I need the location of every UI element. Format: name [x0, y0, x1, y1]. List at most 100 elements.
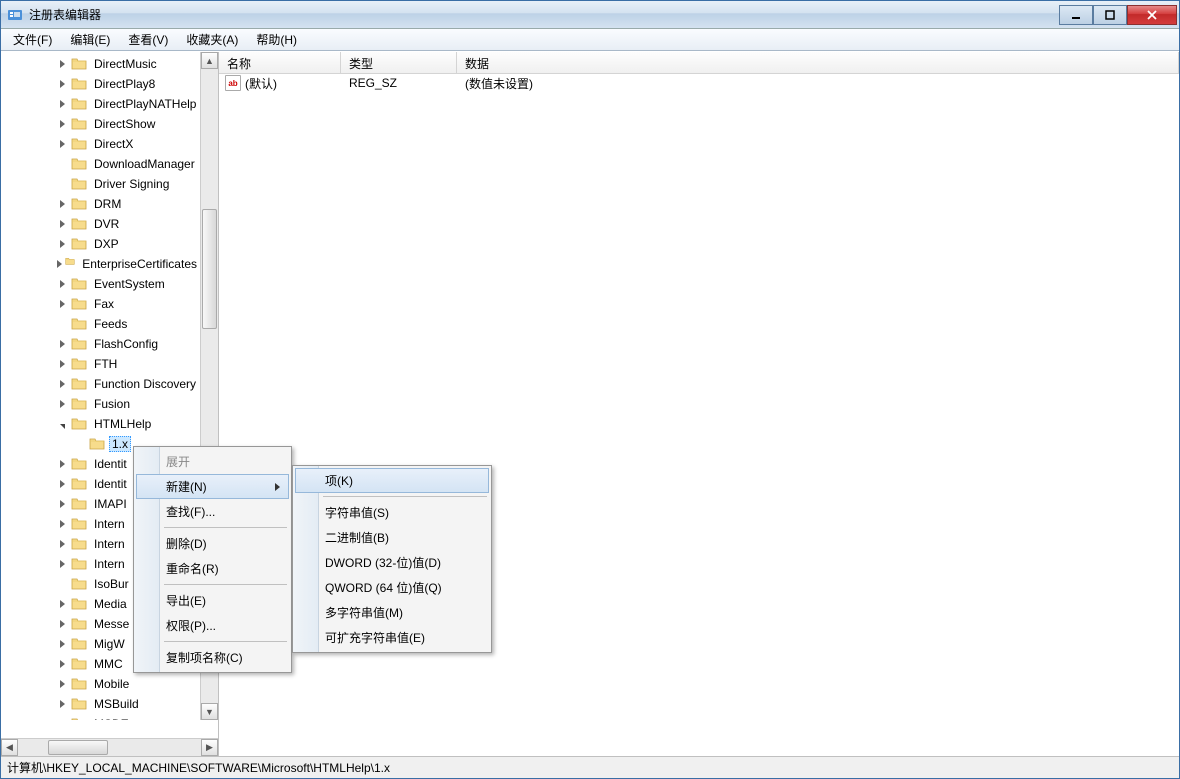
tree-item[interactable]: DirectShow	[1, 114, 200, 134]
tree-item-label: FlashConfig	[91, 336, 161, 352]
ctx-find[interactable]: 查找(F)...	[136, 499, 289, 524]
expand-toggle-icon[interactable]	[55, 277, 70, 292]
ctx-new-dword[interactable]: DWORD (32-位)值(D)	[295, 550, 489, 575]
expand-toggle-icon[interactable]	[55, 717, 70, 721]
expand-toggle-icon[interactable]	[55, 117, 70, 132]
tree-item[interactable]: DirectPlay8	[1, 74, 200, 94]
scroll-down-button[interactable]: ▼	[201, 703, 218, 720]
expand-toggle-icon[interactable]	[55, 77, 70, 92]
titlebar[interactable]: 注册表编辑器	[1, 1, 1179, 29]
tree-item[interactable]: EventSystem	[1, 274, 200, 294]
ctx-new-binary[interactable]: 二进制值(B)	[295, 525, 489, 550]
tree-item-label: Feeds	[91, 316, 130, 332]
tree-item[interactable]: Mobile	[1, 674, 200, 694]
expand-toggle-icon[interactable]	[55, 557, 70, 572]
tree-item[interactable]: FTH	[1, 354, 200, 374]
tree-item[interactable]: MSDE	[1, 714, 200, 720]
ctx-new[interactable]: 新建(N)	[136, 474, 289, 499]
menu-separator	[164, 641, 287, 642]
menu-separator	[164, 584, 287, 585]
menu-file[interactable]: 文件(F)	[5, 29, 60, 50]
ctx-new-string[interactable]: 字符串值(S)	[295, 500, 489, 525]
maximize-button[interactable]	[1093, 5, 1127, 25]
expand-toggle-icon[interactable]	[55, 417, 70, 432]
expand-toggle-icon[interactable]	[55, 217, 70, 232]
expand-toggle-icon[interactable]	[55, 257, 64, 272]
expand-toggle-icon[interactable]	[55, 397, 70, 412]
list-body[interactable]: ab (默认) REG_SZ (数值未设置)	[219, 74, 1179, 756]
menu-favorites[interactable]: 收藏夹(A)	[178, 29, 246, 50]
tree-item[interactable]: Fusion	[1, 394, 200, 414]
scroll-thumb[interactable]	[202, 209, 217, 329]
tree-item[interactable]: Driver Signing	[1, 174, 200, 194]
scroll-track[interactable]	[18, 739, 201, 756]
folder-icon	[71, 597, 87, 611]
expand-toggle-icon[interactable]	[55, 97, 70, 112]
tree-item[interactable]: Function Discovery	[1, 374, 200, 394]
ctx-delete[interactable]: 删除(D)	[136, 531, 289, 556]
tree-item[interactable]: Fax	[1, 294, 200, 314]
ctx-new-qword[interactable]: QWORD (64 位)值(Q)	[295, 575, 489, 600]
expand-toggle-icon[interactable]	[55, 237, 70, 252]
expand-toggle-icon[interactable]	[55, 537, 70, 552]
scroll-right-button[interactable]: ▶	[201, 739, 218, 756]
tree-item-label: DirectShow	[91, 116, 158, 132]
expand-toggle-icon[interactable]	[55, 57, 70, 72]
tree-item-label: Identit	[91, 476, 130, 492]
expand-toggle-icon[interactable]	[55, 497, 70, 512]
expand-toggle-icon[interactable]	[55, 637, 70, 652]
tree-item[interactable]: DownloadManager	[1, 154, 200, 174]
tree-item-label: MigW	[91, 636, 128, 652]
expand-toggle-icon[interactable]	[55, 617, 70, 632]
expand-toggle-icon[interactable]	[55, 297, 70, 312]
menu-view[interactable]: 查看(V)	[120, 29, 176, 50]
value-row[interactable]: ab (默认) REG_SZ (数值未设置)	[219, 74, 1179, 92]
ctx-copykey[interactable]: 复制项名称(C)	[136, 645, 289, 670]
tree-item[interactable]: EnterpriseCertificates	[1, 254, 200, 274]
expand-toggle-icon[interactable]	[55, 357, 70, 372]
tree-item[interactable]: DVR	[1, 214, 200, 234]
expand-toggle-icon[interactable]	[55, 137, 70, 152]
ctx-export[interactable]: 导出(E)	[136, 588, 289, 613]
tree-item[interactable]: DRM	[1, 194, 200, 214]
expand-toggle-icon[interactable]	[55, 197, 70, 212]
tree-item[interactable]: FlashConfig	[1, 334, 200, 354]
scroll-up-button[interactable]: ▲	[201, 52, 218, 69]
column-name[interactable]: 名称	[219, 52, 341, 73]
tree-item[interactable]: MSBuild	[1, 694, 200, 714]
minimize-button[interactable]	[1059, 5, 1093, 25]
ctx-new-key[interactable]: 项(K)	[295, 468, 489, 493]
expand-toggle-icon[interactable]	[55, 477, 70, 492]
tree-item[interactable]: DXP	[1, 234, 200, 254]
expand-toggle-icon[interactable]	[55, 677, 70, 692]
folder-icon	[71, 517, 87, 531]
column-data[interactable]: 数据	[457, 52, 1179, 73]
expand-toggle-icon[interactable]	[55, 517, 70, 532]
column-type[interactable]: 类型	[341, 52, 457, 73]
statusbar: 计算机\HKEY_LOCAL_MACHINE\SOFTWARE\Microsof…	[1, 756, 1179, 778]
expand-toggle-icon[interactable]	[55, 457, 70, 472]
menu-edit[interactable]: 编辑(E)	[62, 29, 118, 50]
ctx-rename[interactable]: 重命名(R)	[136, 556, 289, 581]
folder-icon	[65, 257, 75, 271]
expand-toggle-icon[interactable]	[55, 697, 70, 712]
ctx-permissions[interactable]: 权限(P)...	[136, 613, 289, 638]
tree-item[interactable]: DirectMusic	[1, 54, 200, 74]
menu-help[interactable]: 帮助(H)	[248, 29, 305, 50]
expand-toggle-icon[interactable]	[55, 597, 70, 612]
expand-toggle-icon[interactable]	[55, 377, 70, 392]
tree-item[interactable]: HTMLHelp	[1, 414, 200, 434]
ctx-new-expandstring[interactable]: 可扩充字符串值(E)	[295, 625, 489, 650]
tree-horizontal-scrollbar[interactable]: ◀ ▶	[1, 738, 218, 756]
folder-icon	[71, 357, 87, 371]
ctx-new-multistring[interactable]: 多字符串值(M)	[295, 600, 489, 625]
scroll-left-button[interactable]: ◀	[1, 739, 18, 756]
tree-item[interactable]: DirectPlayNATHelp	[1, 94, 200, 114]
scroll-thumb[interactable]	[48, 740, 108, 755]
app-icon	[7, 7, 23, 23]
tree-item[interactable]: DirectX	[1, 134, 200, 154]
expand-toggle-icon[interactable]	[55, 657, 70, 672]
tree-item[interactable]: Feeds	[1, 314, 200, 334]
expand-toggle-icon[interactable]	[55, 337, 70, 352]
close-button[interactable]	[1127, 5, 1177, 25]
